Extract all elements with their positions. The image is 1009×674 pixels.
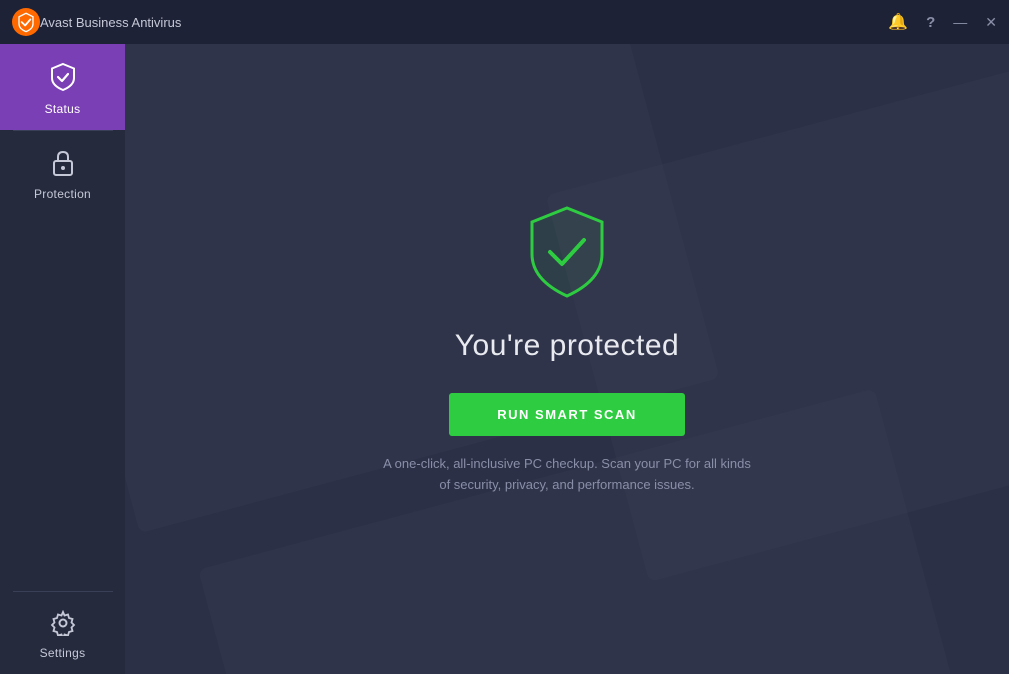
protection-shield-icon: [522, 202, 612, 302]
run-smart-scan-button[interactable]: RUN SMART SCAN: [449, 393, 684, 436]
protected-title: You're protected: [455, 329, 679, 363]
main-content: You're protected RUN SMART SCAN A one-cl…: [125, 44, 1009, 674]
scan-description: A one-click, all-inclusive PC checkup. S…: [377, 454, 757, 496]
sidebar: Status Protection: [0, 44, 125, 674]
title-bar: Avast Business Antivirus 🔔 ? — ✕: [0, 0, 1009, 44]
sidebar-item-status[interactable]: Status: [0, 44, 125, 130]
sidebar-status-label: Status: [45, 102, 81, 116]
lock-icon: [51, 149, 75, 181]
window-controls: 🔔 ? — ✕: [888, 12, 997, 32]
sidebar-item-protection[interactable]: Protection: [0, 131, 125, 215]
sidebar-settings-label: Settings: [40, 646, 86, 660]
app-title: Avast Business Antivirus: [40, 15, 888, 30]
app-layout: Status Protection: [0, 44, 1009, 674]
shield-container: [522, 202, 612, 307]
gear-icon: [50, 610, 76, 640]
minimize-icon[interactable]: —: [953, 14, 967, 30]
help-icon[interactable]: ?: [926, 14, 935, 31]
close-icon[interactable]: ✕: [985, 14, 997, 31]
sidebar-item-settings[interactable]: Settings: [0, 592, 125, 674]
sidebar-bottom: Settings: [0, 591, 125, 674]
avast-logo: [12, 8, 40, 36]
sidebar-protection-label: Protection: [34, 187, 91, 201]
status-center: You're protected RUN SMART SCAN A one-cl…: [377, 202, 757, 516]
shield-check-icon: [49, 62, 77, 96]
notification-icon[interactable]: 🔔: [888, 12, 908, 32]
